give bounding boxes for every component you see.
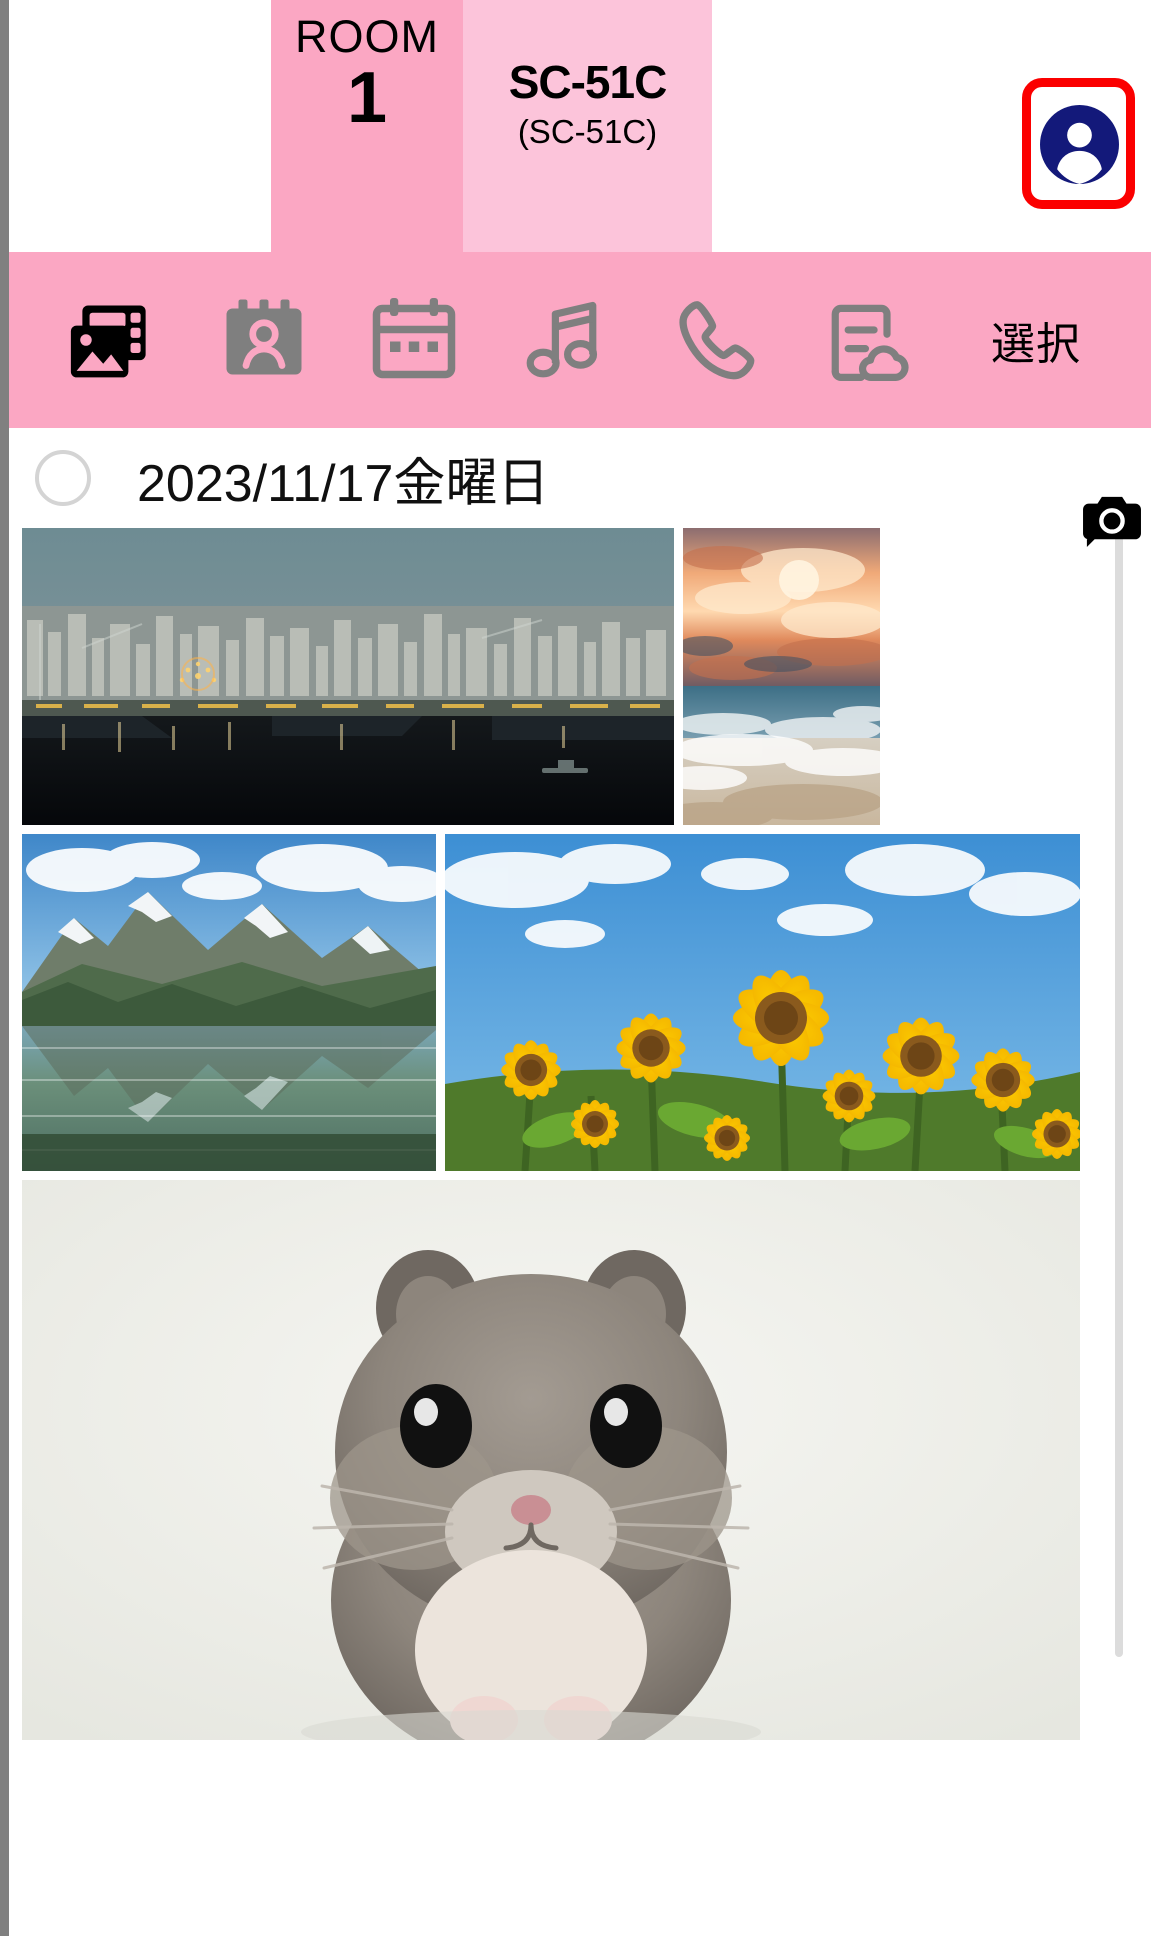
- date-group-checkbox[interactable]: [35, 450, 91, 506]
- music-icon[interactable]: [489, 285, 639, 395]
- photo-hamster[interactable]: [22, 1180, 1080, 1740]
- photo-beach-sunset[interactable]: [683, 528, 880, 825]
- device-model-sub: (SC-51C): [517, 113, 658, 151]
- photo-mountain-lake[interactable]: [22, 834, 436, 1171]
- device-model-name: SC-51C: [508, 56, 668, 108]
- room-indicator: ROOM 1: [271, 0, 463, 252]
- app-toolbar: 選択: [9, 252, 1151, 428]
- date-group-label: 2023/11/17金曜日: [137, 454, 550, 513]
- camera-icon[interactable]: [1081, 492, 1143, 548]
- photo-city-night[interactable]: [22, 528, 674, 825]
- date-group-header[interactable]: 2023/11/17金曜日: [9, 428, 1151, 528]
- photo-sunflowers[interactable]: [445, 834, 1080, 1171]
- cloud-document-icon[interactable]: [789, 285, 939, 395]
- phone-icon[interactable]: [639, 285, 789, 395]
- room-number: 1: [346, 58, 388, 138]
- vertical-scrollbar[interactable]: [1115, 497, 1123, 1657]
- account-avatar-icon[interactable]: [1040, 105, 1119, 184]
- calendar-icon[interactable]: [339, 285, 489, 395]
- photos-icon[interactable]: [39, 285, 189, 395]
- header-left-spacer: [9, 0, 271, 252]
- phone-screen-mirror: ROOM 1 SC-51C (SC-51C) 選択 2023/11/17金曜日: [0, 0, 1151, 1936]
- photo-row: [22, 834, 1151, 1171]
- room-label: ROOM: [295, 11, 439, 62]
- photo-row: [22, 528, 1151, 825]
- contacts-icon[interactable]: [189, 285, 339, 395]
- device-model-block: SC-51C (SC-51C): [463, 0, 712, 252]
- device-header: ROOM 1 SC-51C (SC-51C): [9, 0, 1151, 252]
- photo-row: [22, 1180, 1151, 1740]
- select-button[interactable]: 選択: [991, 308, 1081, 372]
- photo-grid: [9, 528, 1151, 1740]
